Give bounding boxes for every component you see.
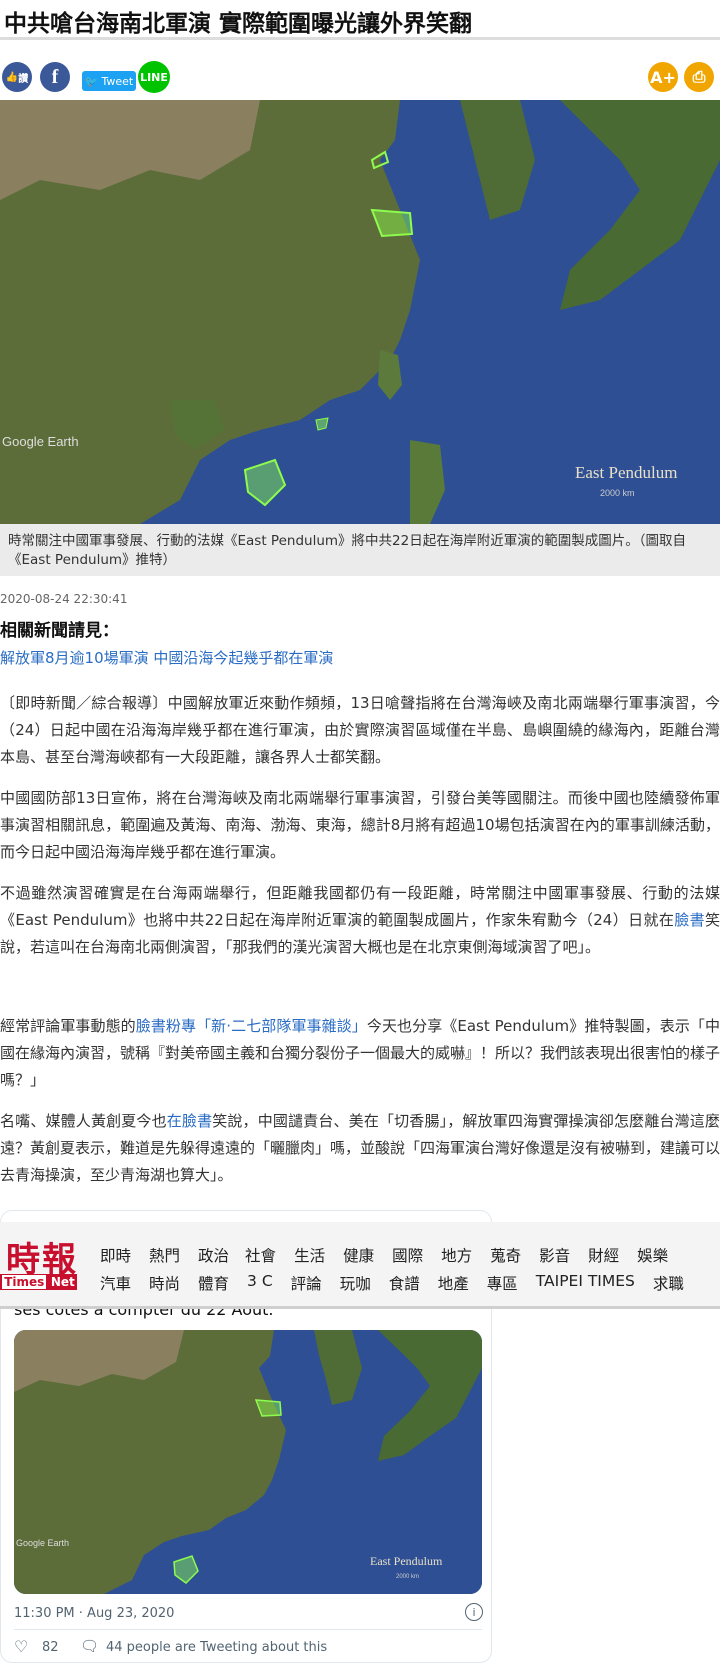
font-size-button[interactable]: A+: [648, 62, 678, 92]
article-paragraph-3: 不過雖然演習確實是在台海兩端舉行，但距離我國都仍有一段距離，時常關注中國軍事發展…: [0, 880, 720, 961]
nav-item[interactable]: 生活: [294, 1244, 325, 1266]
nav-item[interactable]: 求職: [653, 1272, 684, 1294]
map-image: Google Earth East Pendulum 2000 km: [0, 100, 720, 524]
tweet-timestamp[interactable]: 11:30 PM · Aug 23, 2020: [14, 1606, 174, 1621]
tweet-google-earth-watermark: Google Earth: [16, 1538, 69, 1548]
nav-item[interactable]: 蒐奇: [490, 1244, 521, 1266]
line-share-button[interactable]: LINE: [138, 61, 170, 93]
share-bar: 👍 讚 f 🐦 Tweet LINE A+ ⎙: [0, 58, 720, 98]
tweeting-count-link[interactable]: 44 people are Tweeting about this: [106, 1640, 327, 1655]
site-logo-sub[interactable]: Times Net: [0, 1274, 77, 1290]
nav-item[interactable]: 汽車: [100, 1272, 131, 1294]
nav-item[interactable]: 國際: [392, 1244, 423, 1266]
like-label: 讚: [18, 73, 29, 85]
line-label: LINE: [140, 70, 168, 84]
tweet-east-pendulum-watermark: East Pendulum: [370, 1554, 443, 1568]
paragraph-3-text-a: 不過雖然演習確實是在台海兩端舉行，但距離我國都仍有一段距離，時常關注中國軍事發展…: [0, 884, 720, 929]
nav-item[interactable]: 玩咖: [340, 1272, 371, 1294]
nav-item[interactable]: TAIPEI TIMES: [536, 1272, 635, 1294]
nav-item[interactable]: 體育: [198, 1272, 229, 1294]
publish-timestamp: 2020-08-24 22:30:41: [0, 592, 128, 606]
site-nav-bar: 時報 Times Net 即時 熱門 政治 社會 生活 健康 國際 地方 蒐奇 影音 財經 娛樂 汽車…: [0, 1222, 720, 1309]
paragraph-5-text-a: 名嘴、媒體人黃創夏今也: [0, 1112, 167, 1130]
article-paragraph-4: 經常評論軍事動態的臉書粉專「新·二七部隊軍事雜談」今天也分享《East Pend…: [0, 1013, 720, 1094]
google-earth-watermark: Google Earth: [2, 434, 79, 449]
image-caption: 時常關注中國軍事發展、行動的法媒《East Pendulum》將中共22日起在海…: [0, 524, 720, 576]
facebook-like-button[interactable]: 👍 讚: [2, 62, 32, 92]
nav-item[interactable]: 影音: [539, 1244, 570, 1266]
map-scale: 2000 km: [600, 488, 635, 498]
nav-item[interactable]: 專區: [487, 1272, 518, 1294]
related-news-title: 相關新聞請見：: [0, 621, 119, 641]
article-paragraph-2: 中國國防部13日宣佈，將在台灣海峽及南北兩端舉行軍事演習，引發台美等國關注。而後…: [0, 789, 720, 861]
facebook-link-1[interactable]: 臉書: [674, 911, 705, 929]
facebook-link-2[interactable]: 在臉書: [167, 1112, 212, 1130]
tweet-map-image[interactable]: Google Earth East Pendulum 2000 km: [14, 1330, 482, 1594]
nav-item[interactable]: 3 C: [247, 1272, 273, 1294]
nav-item[interactable]: 財經: [588, 1244, 619, 1266]
paragraph-4-text-a: 經常評論軍事動態的: [0, 1017, 136, 1035]
article-paragraph-5: 名嘴、媒體人黃創夏今也在臉書笑說，中國譴責台、美在「切香腸」，解放軍四海實彈操演…: [0, 1108, 720, 1189]
logo-sub-net: Net: [50, 1275, 75, 1289]
nav-item[interactable]: 社會: [245, 1244, 276, 1266]
tweet-divider: [14, 1629, 482, 1630]
article-paragraph-1: 〔即時新聞／綜合報導〕中國解放軍近來動作頻頻，13日嗆聲指將在台灣海峽及南北兩端…: [0, 694, 720, 766]
nav-item[interactable]: 即時: [100, 1244, 131, 1266]
heart-icon[interactable]: ♡: [14, 1637, 28, 1656]
tweet-like-count: 82: [42, 1640, 59, 1655]
article-headline: 中共嗆台海南北軍演 實際範圍曝光讓外界笑翻: [0, 0, 720, 40]
east-pendulum-watermark: East Pendulum: [575, 463, 677, 482]
related-news-link[interactable]: 解放軍8月逾10場軍演 中國沿海今起幾乎都在軍演: [0, 647, 333, 668]
tweet-label: Tweet: [101, 74, 134, 88]
printer-icon: ⎙: [692, 67, 706, 86]
print-button[interactable]: ⎙: [684, 62, 714, 92]
tweet-map-scale: 2000 km: [396, 1574, 419, 1580]
facebook-share-button[interactable]: f: [40, 62, 70, 92]
comment-bubble-icon[interactable]: 🗨: [80, 1637, 99, 1655]
nav-item[interactable]: 熱門: [149, 1244, 180, 1266]
twitter-bird-icon: 🐦: [84, 74, 99, 88]
font-size-icon: A+: [650, 67, 676, 87]
info-icon[interactable]: i: [465, 1603, 483, 1621]
nav-item[interactable]: 食譜: [389, 1272, 420, 1294]
nav-row-secondary: 汽車 時尚 體育 3 C 評論 玩咖 食譜 地產 專區 TAIPEI TIMES 求職: [100, 1272, 684, 1294]
thumbs-up-icon: 👍: [5, 71, 19, 83]
nav-item[interactable]: 健康: [343, 1244, 374, 1266]
nav-row-primary: 即時 熱門 政治 社會 生活 健康 國際 地方 蒐奇 影音 財經 娛樂: [100, 1244, 668, 1266]
nav-item[interactable]: 娛樂: [637, 1244, 668, 1266]
facebook-icon: f: [51, 65, 59, 88]
logo-sub-times: Times: [2, 1275, 47, 1289]
map-graphic: Google Earth East Pendulum 2000 km: [0, 100, 720, 524]
tweet-button[interactable]: 🐦 Tweet: [82, 71, 136, 91]
nav-item[interactable]: 地方: [441, 1244, 472, 1266]
nav-item[interactable]: 政治: [198, 1244, 229, 1266]
fanpage-link[interactable]: 臉書粉專「新·二七部隊軍事雜談」: [136, 1017, 367, 1035]
nav-item[interactable]: 評論: [291, 1272, 322, 1294]
tweet-map-graphic: Google Earth East Pendulum 2000 km: [14, 1330, 482, 1594]
nav-item[interactable]: 時尚: [149, 1272, 180, 1294]
nav-item[interactable]: 地產: [438, 1272, 469, 1294]
